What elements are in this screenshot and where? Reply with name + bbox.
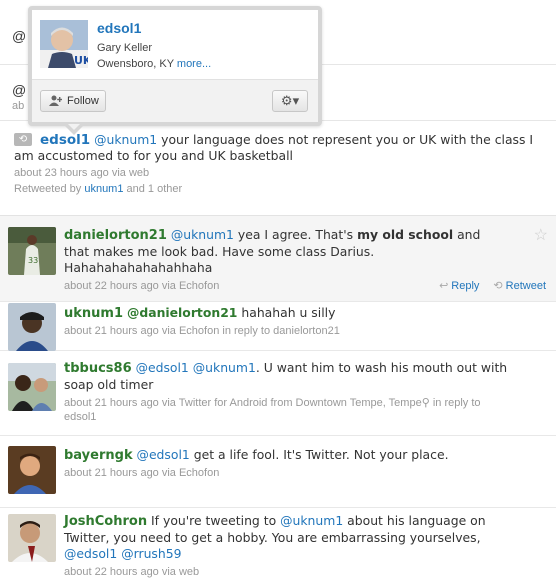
svg-text:UK: UK [74,54,88,67]
tweet-mention[interactable]: @uknum1 [193,360,256,375]
tweet-meta-time[interactable]: about 21 hours ago via Twitter for Andro… [64,397,422,409]
gear-menu-button[interactable]: ⚙▾ [272,90,308,112]
tweet-mention[interactable]: @uknum1 [94,132,157,147]
tweet-text: get a life fool. It's Twitter. Not your … [189,447,449,462]
tweet-actions: ↩ Reply ⟲ Retweet [439,279,546,292]
retweet-button[interactable]: Retweet [506,280,546,292]
tweet-danielorton21: 33 danielorton21 @uknum1 yea I agree. Th… [0,215,556,302]
tweet-peek-text: @ [12,28,27,44]
tweet-meta-reply-user[interactable]: edsol1 [64,411,96,423]
avatar[interactable]: 33 [8,227,56,275]
tweet-edsol1: edsol1 @uknum1 your language does not re… [14,132,544,196]
tweet-mention[interactable]: @uknum1 [171,227,234,242]
tweet-mention[interactable]: @edsol1 [137,447,190,462]
gear-icon: ⚙ [280,93,293,108]
tweet-username[interactable]: tbbucs86 [64,361,132,376]
avatar[interactable] [8,514,56,562]
tweet-username[interactable]: danielorton21 [64,228,167,243]
tweet-joshcohron: JoshCohron If you're tweeting to @uknum1… [0,508,556,588]
hovercard-location-text: Owensboro, KY [97,58,174,70]
tweet-meta: about 21 hours ago via Echofon in reply … [64,324,340,338]
tweet-tbbucs86: tbbucs86 @edsol1 @uknum1. U want him to … [0,351,556,436]
avatar[interactable] [8,303,56,351]
hovercard-footer: Follow ⚙▾ [32,79,318,122]
tweet-text: hahahah u silly [237,305,336,320]
tweet-mention[interactable]: @edsol1 [136,360,189,375]
hovercard-location: Owensboro, KY more... [97,58,211,70]
tweet-username[interactable]: bayerngk [64,448,133,463]
retweeted-suffix: and 1 other [123,183,183,195]
chevron-down-icon: ▾ [292,93,300,108]
location-pin-icon: ⚲ [421,397,430,409]
tweet-meta-reply[interactable]: in reply to [430,397,481,409]
retweeted-prefix: Retweeted by [14,183,85,195]
star-icon[interactable]: ☆ [534,225,548,245]
tweet-username[interactable]: JoshCohron [64,514,147,529]
tweet-meta[interactable]: about 21 hours ago via Echofon [64,466,219,480]
tweet-meta[interactable]: about 22 hours ago via Echofon [64,279,219,293]
tweet-bayerngk: bayerngk @edsol1 get a life fool. It's T… [0,436,556,508]
tweet-meta[interactable]: about 22 hours ago via web [64,565,199,579]
user-hovercard: UK edsol1 Gary Keller Owensboro, KY more… [28,6,322,135]
reply-icon: ↩ [439,280,449,292]
follow-person-icon [49,95,63,109]
tweet-bold-text: my old school [357,227,454,242]
tweet-mention[interactable]: @uknum1 [280,513,343,528]
tweet-username[interactable]: uknum1 [64,306,123,321]
hovercard-arrow-inner [68,124,80,130]
tweet-text: yea I agree. That's [233,227,358,242]
tweet-mention[interactable]: @rrush59 [121,546,181,561]
tweet-peek-meta: ab [12,100,25,112]
avatar[interactable] [8,363,56,411]
tweet-meta-time[interactable]: about 21 hours ago via Echofon [64,325,222,337]
hovercard-more-link[interactable]: more... [177,58,211,70]
follow-button[interactable]: Follow [40,90,106,112]
hovercard-avatar[interactable]: UK [40,20,88,68]
tweet-mention[interactable]: @edsol1 [64,546,117,561]
hovercard-name: Gary Keller [97,42,153,54]
svg-text:33: 33 [28,256,38,265]
tweet-meta-reply[interactable]: in reply to danielorton21 [222,325,339,337]
tweet-text: If you're tweeting to [147,513,281,528]
tweet-mention[interactable]: @danielorton21 [127,305,237,320]
retweeted-by: Retweeted by uknum1 and 1 other [14,182,544,196]
tweet-peek-text: @ [12,82,27,98]
tweet-meta[interactable]: about 23 hours ago via web [14,166,544,180]
follow-label: Follow [67,95,99,107]
tweet-meta: about 21 hours ago via Twitter for Andro… [64,396,544,424]
tweet-uknum1: uknum1 @danielorton21 hahahah u silly ab… [0,301,556,351]
retweet-icon: ⟲ [493,280,503,292]
tweet-text: your language does not represent you or … [14,132,534,163]
avatar[interactable] [8,446,56,494]
retweeted-user-link[interactable]: uknum1 [84,183,123,195]
hovercard-handle[interactable]: edsol1 [97,20,141,36]
reply-button[interactable]: Reply [451,280,479,292]
